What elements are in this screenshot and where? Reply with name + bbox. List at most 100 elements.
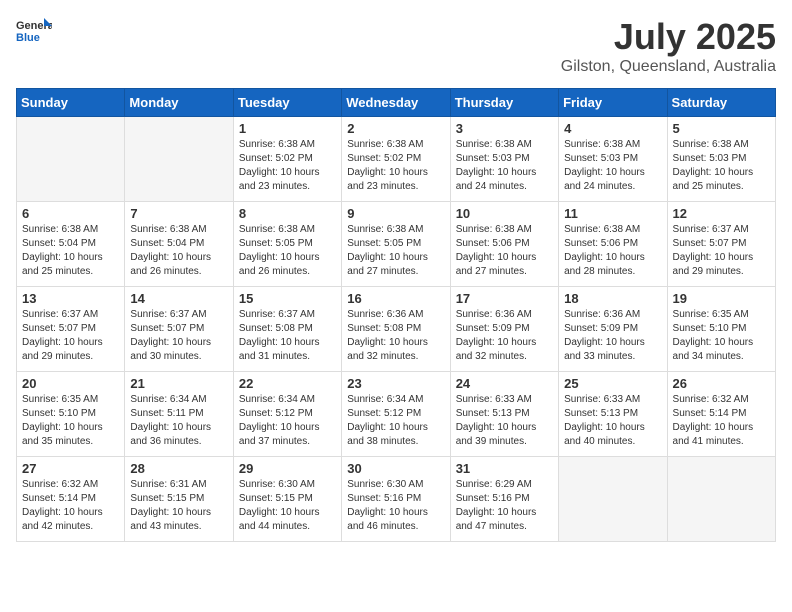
day-number: 6 bbox=[22, 206, 119, 221]
calendar-cell: 14Sunrise: 6:37 AMSunset: 5:07 PMDayligh… bbox=[125, 287, 233, 372]
calendar-cell: 26 Sunrise: 6:32 AMSunset: 5:14 PMDayligh… bbox=[667, 372, 775, 457]
day-number: 1 bbox=[239, 121, 336, 136]
weekday-header-thursday: Thursday bbox=[450, 89, 558, 117]
logo-icon: General Blue bbox=[16, 16, 52, 44]
day-number: 17 bbox=[456, 291, 553, 306]
calendar-cell: 8Sunrise: 6:38 AMSunset: 5:05 PMDaylight… bbox=[233, 202, 341, 287]
calendar-cell: 1 Sunrise: 6:38 AMSunset: 5:02 PMDaylight… bbox=[233, 117, 341, 202]
calendar-cell: 24 Sunrise: 6:33 AMSunset: 5:13 PMDayligh… bbox=[450, 372, 558, 457]
day-info: Sunrise: 6:29 AMSunset: 5:16 PMDaylight:… bbox=[456, 478, 553, 534]
week-row-1: 1 Sunrise: 6:38 AMSunset: 5:02 PMDaylight… bbox=[17, 117, 776, 202]
calendar-cell: 10 Sunrise: 6:38 AMSunset: 5:06 PMDayligh… bbox=[450, 202, 558, 287]
day-info: Sunrise: 6:30 AMSunset: 5:16 PMDaylight:… bbox=[347, 478, 444, 534]
day-number: 24 bbox=[456, 376, 553, 391]
title-block: July 2025 Gilston, Queensland, Australia bbox=[561, 16, 776, 76]
day-info: Sunrise: 6:38 AMSunset: 5:05 PMDaylight:… bbox=[347, 223, 444, 279]
logo: General Blue bbox=[16, 16, 52, 44]
calendar-cell: 2Sunrise: 6:38 AMSunset: 5:02 PMDaylight… bbox=[342, 117, 450, 202]
calendar-cell: 27 Sunrise: 6:32 AMSunset: 5:14 PMDayligh… bbox=[17, 457, 125, 542]
day-number: 14 bbox=[130, 291, 227, 306]
location-title: Gilston, Queensland, Australia bbox=[561, 58, 776, 76]
calendar-cell: 18Sunrise: 6:36 AMSunset: 5:09 PMDayligh… bbox=[559, 287, 667, 372]
day-info: Sunrise: 6:35 AMSunset: 5:10 PMDaylight:… bbox=[673, 308, 770, 364]
week-row-3: 13Sunrise: 6:37 AMSunset: 5:07 PMDayligh… bbox=[17, 287, 776, 372]
day-number: 9 bbox=[347, 206, 444, 221]
calendar-cell: 28 Sunrise: 6:31 AMSunset: 5:15 PMDayligh… bbox=[125, 457, 233, 542]
day-info: Sunrise: 6:33 AMSunset: 5:13 PMDaylight:… bbox=[456, 393, 553, 449]
day-info: Sunrise: 6:37 AMSunset: 5:08 PMDaylight:… bbox=[239, 308, 336, 364]
day-info: Sunrise: 6:37 AMSunset: 5:07 PMDaylight:… bbox=[673, 223, 770, 279]
calendar-cell: 15 Sunrise: 6:37 AMSunset: 5:08 PMDayligh… bbox=[233, 287, 341, 372]
calendar-cell: 5 Sunrise: 6:38 AMSunset: 5:03 PMDaylight… bbox=[667, 117, 775, 202]
svg-text:Blue: Blue bbox=[16, 32, 40, 44]
calendar-cell: 7 Sunrise: 6:38 AMSunset: 5:04 PMDaylight… bbox=[125, 202, 233, 287]
day-info: Sunrise: 6:38 AMSunset: 5:05 PMDaylight:… bbox=[239, 223, 336, 279]
calendar-cell bbox=[17, 117, 125, 202]
day-number: 31 bbox=[456, 461, 553, 476]
day-info: Sunrise: 6:38 AMSunset: 5:03 PMDaylight:… bbox=[673, 138, 770, 194]
day-info: Sunrise: 6:37 AMSunset: 5:07 PMDaylight:… bbox=[22, 308, 119, 364]
day-info: Sunrise: 6:38 AMSunset: 5:06 PMDaylight:… bbox=[564, 223, 661, 279]
calendar-cell: 3 Sunrise: 6:38 AMSunset: 5:03 PMDaylight… bbox=[450, 117, 558, 202]
day-info: Sunrise: 6:38 AMSunset: 5:02 PMDaylight:… bbox=[239, 138, 336, 194]
calendar-cell: 13Sunrise: 6:37 AMSunset: 5:07 PMDayligh… bbox=[17, 287, 125, 372]
calendar-cell: 19 Sunrise: 6:35 AMSunset: 5:10 PMDayligh… bbox=[667, 287, 775, 372]
weekday-header-row: SundayMondayTuesdayWednesdayThursdayFrid… bbox=[17, 89, 776, 117]
day-info: Sunrise: 6:38 AMSunset: 5:06 PMDaylight:… bbox=[456, 223, 553, 279]
day-number: 20 bbox=[22, 376, 119, 391]
calendar-cell: 23 Sunrise: 6:34 AMSunset: 5:12 PMDayligh… bbox=[342, 372, 450, 457]
day-number: 25 bbox=[564, 376, 661, 391]
calendar-cell: 21Sunrise: 6:34 AMSunset: 5:11 PMDayligh… bbox=[125, 372, 233, 457]
day-number: 27 bbox=[22, 461, 119, 476]
day-number: 16 bbox=[347, 291, 444, 306]
calendar-cell: 22 Sunrise: 6:34 AMSunset: 5:12 PMDayligh… bbox=[233, 372, 341, 457]
day-number: 29 bbox=[239, 461, 336, 476]
day-info: Sunrise: 6:38 AMSunset: 5:03 PMDaylight:… bbox=[456, 138, 553, 194]
calendar-cell: 4Sunrise: 6:38 AMSunset: 5:03 PMDaylight… bbox=[559, 117, 667, 202]
calendar-cell: 29Sunrise: 6:30 AMSunset: 5:15 PMDayligh… bbox=[233, 457, 341, 542]
weekday-header-sunday: Sunday bbox=[17, 89, 125, 117]
calendar-cell: 16 Sunrise: 6:36 AMSunset: 5:08 PMDayligh… bbox=[342, 287, 450, 372]
day-number: 4 bbox=[564, 121, 661, 136]
day-number: 23 bbox=[347, 376, 444, 391]
day-info: Sunrise: 6:36 AMSunset: 5:08 PMDaylight:… bbox=[347, 308, 444, 364]
calendar-cell: 11 Sunrise: 6:38 AMSunset: 5:06 PMDayligh… bbox=[559, 202, 667, 287]
day-info: Sunrise: 6:33 AMSunset: 5:13 PMDaylight:… bbox=[564, 393, 661, 449]
day-number: 10 bbox=[456, 206, 553, 221]
calendar-cell: 17 Sunrise: 6:36 AMSunset: 5:09 PMDayligh… bbox=[450, 287, 558, 372]
day-info: Sunrise: 6:31 AMSunset: 5:15 PMDaylight:… bbox=[130, 478, 227, 534]
month-title: July 2025 bbox=[561, 16, 776, 58]
day-info: Sunrise: 6:38 AMSunset: 5:04 PMDaylight:… bbox=[22, 223, 119, 279]
calendar-cell: 20Sunrise: 6:35 AMSunset: 5:10 PMDayligh… bbox=[17, 372, 125, 457]
calendar-cell bbox=[667, 457, 775, 542]
day-number: 19 bbox=[673, 291, 770, 306]
day-number: 15 bbox=[239, 291, 336, 306]
day-info: Sunrise: 6:32 AMSunset: 5:14 PMDaylight:… bbox=[22, 478, 119, 534]
week-row-4: 20Sunrise: 6:35 AMSunset: 5:10 PMDayligh… bbox=[17, 372, 776, 457]
day-number: 28 bbox=[130, 461, 227, 476]
day-number: 22 bbox=[239, 376, 336, 391]
calendar-cell: 30 Sunrise: 6:30 AMSunset: 5:16 PMDayligh… bbox=[342, 457, 450, 542]
calendar-cell: 6 Sunrise: 6:38 AMSunset: 5:04 PMDaylight… bbox=[17, 202, 125, 287]
day-number: 11 bbox=[564, 206, 661, 221]
day-info: Sunrise: 6:32 AMSunset: 5:14 PMDaylight:… bbox=[673, 393, 770, 449]
day-info: Sunrise: 6:34 AMSunset: 5:12 PMDaylight:… bbox=[347, 393, 444, 449]
day-number: 26 bbox=[673, 376, 770, 391]
day-number: 12 bbox=[673, 206, 770, 221]
calendar-table: SundayMondayTuesdayWednesdayThursdayFrid… bbox=[16, 88, 776, 542]
day-info: Sunrise: 6:36 AMSunset: 5:09 PMDaylight:… bbox=[456, 308, 553, 364]
weekday-header-friday: Friday bbox=[559, 89, 667, 117]
calendar-cell: 25 Sunrise: 6:33 AMSunset: 5:13 PMDayligh… bbox=[559, 372, 667, 457]
day-info: Sunrise: 6:38 AMSunset: 5:04 PMDaylight:… bbox=[130, 223, 227, 279]
day-number: 5 bbox=[673, 121, 770, 136]
day-number: 30 bbox=[347, 461, 444, 476]
day-info: Sunrise: 6:34 AMSunset: 5:12 PMDaylight:… bbox=[239, 393, 336, 449]
weekday-header-wednesday: Wednesday bbox=[342, 89, 450, 117]
calendar-cell: 31 Sunrise: 6:29 AMSunset: 5:16 PMDayligh… bbox=[450, 457, 558, 542]
day-number: 7 bbox=[130, 206, 227, 221]
day-number: 2 bbox=[347, 121, 444, 136]
week-row-5: 27 Sunrise: 6:32 AMSunset: 5:14 PMDayligh… bbox=[17, 457, 776, 542]
weekday-header-saturday: Saturday bbox=[667, 89, 775, 117]
day-number: 3 bbox=[456, 121, 553, 136]
weekday-header-tuesday: Tuesday bbox=[233, 89, 341, 117]
